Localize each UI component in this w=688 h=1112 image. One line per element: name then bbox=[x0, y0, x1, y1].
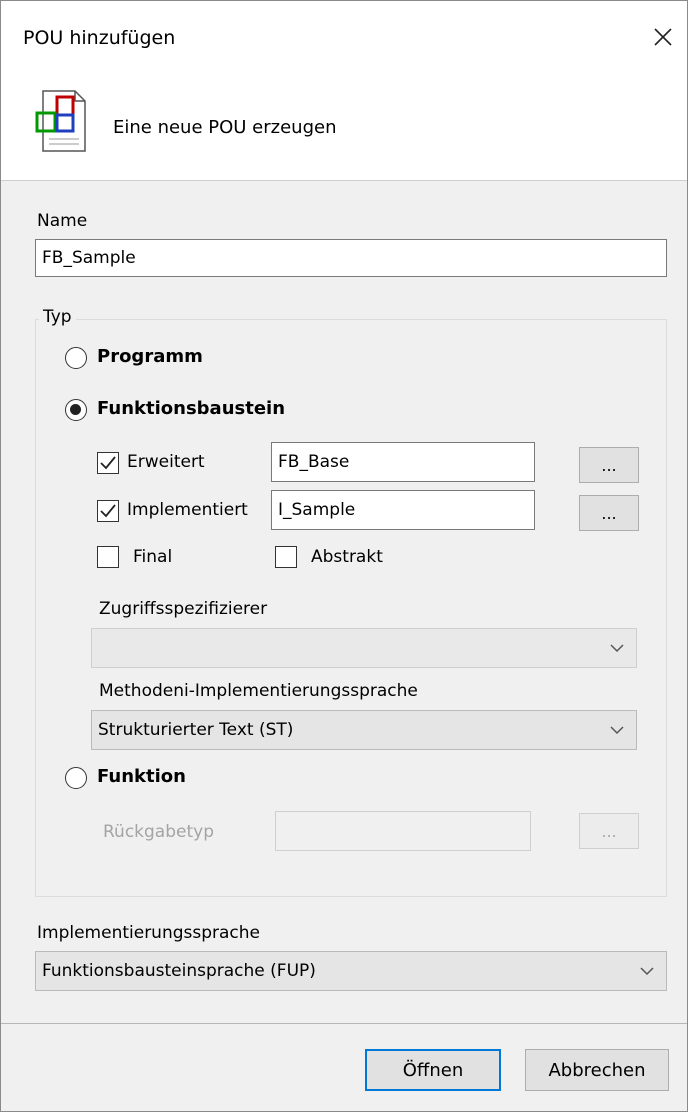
extends-input[interactable]: FB_Base bbox=[271, 442, 535, 482]
cancel-button[interactable]: Abbrechen bbox=[525, 1049, 669, 1091]
checkmark-icon bbox=[100, 456, 116, 470]
implements-input[interactable]: I_Sample bbox=[271, 490, 535, 530]
name-label: Name bbox=[37, 211, 88, 231]
open-button[interactable]: Öffnen bbox=[365, 1049, 501, 1091]
program-label[interactable]: Programm bbox=[97, 346, 203, 367]
extends-input-value: FB_Base bbox=[278, 452, 350, 472]
method-language-label: Methodeni-Implementierungssprache bbox=[99, 681, 418, 701]
access-specifier-label: Zugriffsspezifizierer bbox=[99, 599, 268, 619]
function-block-label[interactable]: Funktionsbaustein bbox=[97, 398, 285, 419]
close-icon[interactable] bbox=[641, 15, 685, 59]
implements-label[interactable]: Implementiert bbox=[127, 500, 248, 520]
extends-label[interactable]: Erweitert bbox=[127, 452, 205, 472]
chevron-down-icon bbox=[610, 644, 624, 653]
return-type-input[interactable] bbox=[275, 811, 531, 851]
function-radio[interactable] bbox=[65, 767, 87, 789]
method-language-select[interactable]: Strukturierter Text (ST) bbox=[91, 710, 637, 750]
final-label[interactable]: Final bbox=[133, 547, 172, 567]
implementation-language-label: Implementierungssprache bbox=[37, 923, 261, 943]
type-group-title: Typ bbox=[39, 307, 76, 327]
abstract-label[interactable]: Abstrakt bbox=[311, 547, 383, 567]
name-input[interactable]: FB_Sample bbox=[35, 239, 667, 277]
pou-icon bbox=[35, 89, 91, 153]
name-input-value: FB_Sample bbox=[42, 248, 136, 268]
implements-browse-button[interactable]: ... bbox=[579, 495, 639, 531]
abstract-checkbox[interactable] bbox=[275, 546, 297, 568]
implements-input-value: I_Sample bbox=[278, 500, 356, 520]
return-type-label: Rückgabetyp bbox=[103, 822, 214, 842]
function-label[interactable]: Funktion bbox=[97, 766, 186, 787]
return-type-browse-button[interactable]: ... bbox=[579, 813, 639, 849]
dialog-subtitle: Eine neue POU erzeugen bbox=[113, 117, 337, 138]
chevron-down-icon bbox=[640, 967, 654, 976]
access-specifier-select[interactable] bbox=[91, 628, 637, 668]
extends-browse-button[interactable]: ... bbox=[579, 447, 639, 483]
add-pou-dialog: POU hinzufügen Eine neue POU erzeugen Na… bbox=[0, 0, 688, 1112]
implements-checkbox[interactable] bbox=[97, 500, 119, 522]
method-language-value: Strukturierter Text (ST) bbox=[98, 720, 294, 740]
extends-checkbox[interactable] bbox=[97, 452, 119, 474]
dialog-title: POU hinzufügen bbox=[23, 27, 176, 49]
final-checkbox[interactable] bbox=[97, 546, 119, 568]
program-radio[interactable] bbox=[65, 347, 87, 369]
implementation-language-select[interactable]: Funktionsbausteinsprache (FUP) bbox=[35, 951, 667, 991]
function-block-radio[interactable] bbox=[65, 399, 87, 421]
implementation-language-value: Funktionsbausteinsprache (FUP) bbox=[42, 961, 316, 981]
checkmark-icon bbox=[100, 504, 116, 518]
chevron-down-icon bbox=[610, 726, 624, 735]
